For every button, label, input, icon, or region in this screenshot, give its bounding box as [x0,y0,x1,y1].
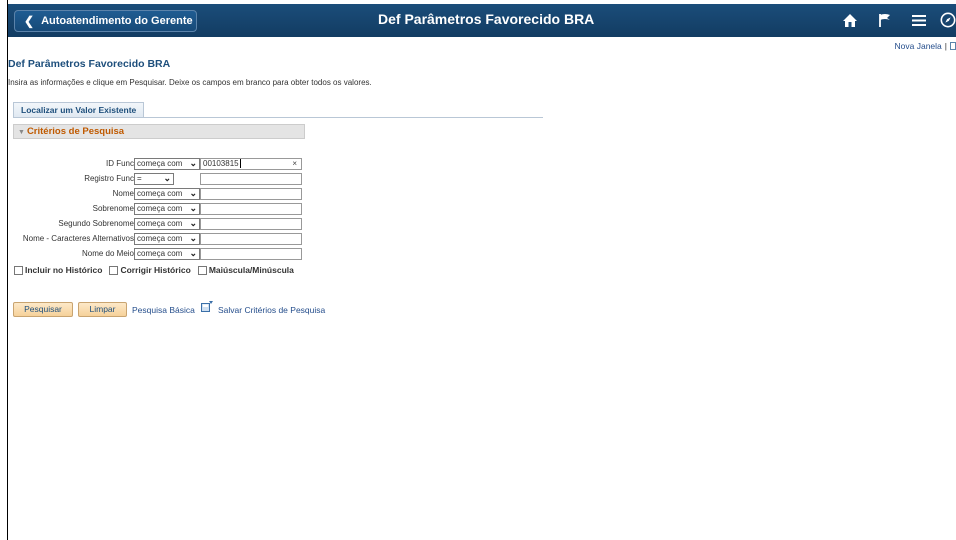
back-button-label: Autoatendimento do Gerente [41,15,193,27]
field-label: Registro Func [84,174,134,183]
include-history-option[interactable]: Incluir no Histórico [14,265,102,275]
field-label: ID Func [105,159,134,168]
chevron-down-icon: ⌄ [163,172,171,183]
sobrenome-input[interactable] [200,202,302,215]
nome-input[interactable] [200,187,302,200]
page-title: Def Parâmetros Favorecido BRA [8,58,171,70]
chevron-down-icon: ⌄ [189,217,197,228]
input-value: 00103815 [203,158,239,168]
criteria-row-sobrenome: Sobrenome começa com ⌄ [8,202,302,215]
operator-select[interactable]: = ⌄ [134,172,174,185]
save-search-icon[interactable] [201,301,213,312]
search-criteria-header[interactable]: ▼ Critérios de Pesquisa [13,124,305,139]
checkbox-label: Corrigir Histórico [120,265,191,275]
clear-input-icon[interactable]: × [292,159,297,169]
correct-history-checkbox[interactable] [109,265,119,275]
operator-select[interactable]: começa com ⌄ [134,202,200,215]
tab-find-existing-value[interactable]: Localizar um Valor Existente [13,102,145,118]
correct-history-option[interactable]: Corrigir Histórico [109,265,191,275]
chevron-down-icon: ⌄ [189,247,197,258]
criteria-row-id-func: ID Func começa com ⌄ 00103815 × [8,157,302,170]
criteria-row-nome-alternativo: Nome - Caracteres Alternativos começa co… [8,232,302,245]
chevron-down-icon: ⌄ [189,187,197,198]
include-history-checkbox[interactable] [14,265,23,275]
header-banner: ❮ Autoatendimento do Gerente Def Parâmet… [8,4,956,37]
instructions-text: Insira as informações e clique em Pesqui… [8,78,372,87]
field-label: Segundo Sobrenome [58,219,134,228]
id-func-input[interactable]: 00103815 × [200,157,302,170]
save-criteria-link[interactable]: Salvar Critérios de Pesquisa [218,305,325,315]
back-button[interactable]: ❮ Autoatendimento do Gerente [14,10,197,32]
banner-title: Def Parâmetros Favorecido BRA [378,11,595,27]
field-label: Sobrenome [92,204,134,213]
checkbox-row: Incluir no Histórico Corrigir Histórico … [14,265,301,275]
search-criteria-label: Critérios de Pesquisa [26,126,125,137]
chevron-down-icon: ⌄ [189,157,197,168]
operator-select[interactable]: começa com ⌄ [134,232,200,245]
basic-search-link[interactable]: Pesquisa Básica [132,305,195,315]
chevron-down-icon: ⌄ [189,232,197,243]
case-sensitive-checkbox[interactable] [197,265,207,275]
operator-value: começa com [137,159,183,168]
chevron-down-icon: ⌄ [189,202,197,213]
tab-divider [13,117,543,118]
checkbox-label: Maiúscula/Minúscula [208,265,294,275]
field-label: Nome do Meio [81,249,134,258]
nome-do-meio-input[interactable] [200,247,302,260]
operator-select[interactable]: começa com ⌄ [134,217,200,230]
collapse-triangle-icon: ▼ [18,129,25,136]
app: ❮ Autoatendimento do Gerente Def Parâmet… [8,0,956,540]
nome-alternativo-input[interactable] [200,232,302,245]
flag-icon[interactable] [876,11,894,29]
top-links: Nova Janela | [895,41,956,51]
window-left-frame [0,0,8,540]
operator-value: começa com [137,189,183,198]
operator-value: começa com [137,204,183,213]
case-sensitive-option[interactable]: Maiúscula/Minúscula [197,265,294,275]
criteria-row-segundo-sobrenome: Segundo Sobrenome começa com ⌄ [8,217,302,230]
clear-button[interactable]: Limpar [78,302,127,317]
operator-select[interactable]: começa com ⌄ [134,187,200,200]
criteria-row-nome: Nome começa com ⌄ [8,187,302,200]
new-window-link[interactable]: Nova Janela [895,41,942,51]
registro-func-input[interactable] [200,172,302,185]
checkbox-label: Incluir no Histórico [25,265,103,275]
link-separator: | [944,41,947,51]
field-label: Nome [112,189,134,198]
navbar-icon[interactable] [940,11,956,29]
criteria-row-nome-do-meio: Nome do Meio começa com ⌄ [8,247,302,260]
text-cursor [239,158,241,168]
help-icon[interactable] [950,42,956,50]
operator-value: começa com [137,219,183,228]
search-button[interactable]: Pesquisar [13,302,73,317]
home-icon[interactable] [841,11,859,29]
menu-icon[interactable] [910,11,928,29]
operator-select[interactable]: começa com ⌄ [134,157,200,170]
operator-value: começa com [137,249,183,258]
field-label: Nome - Caracteres Alternativos [22,234,134,243]
criteria-row-registro-func: Registro Func = ⌄ [8,172,302,185]
segundo-sobrenome-input[interactable] [200,217,302,230]
operator-value: = [137,174,142,183]
chevron-left-icon: ❮ [24,14,35,28]
operator-select[interactable]: começa com ⌄ [134,247,200,260]
operator-value: começa com [137,234,183,243]
